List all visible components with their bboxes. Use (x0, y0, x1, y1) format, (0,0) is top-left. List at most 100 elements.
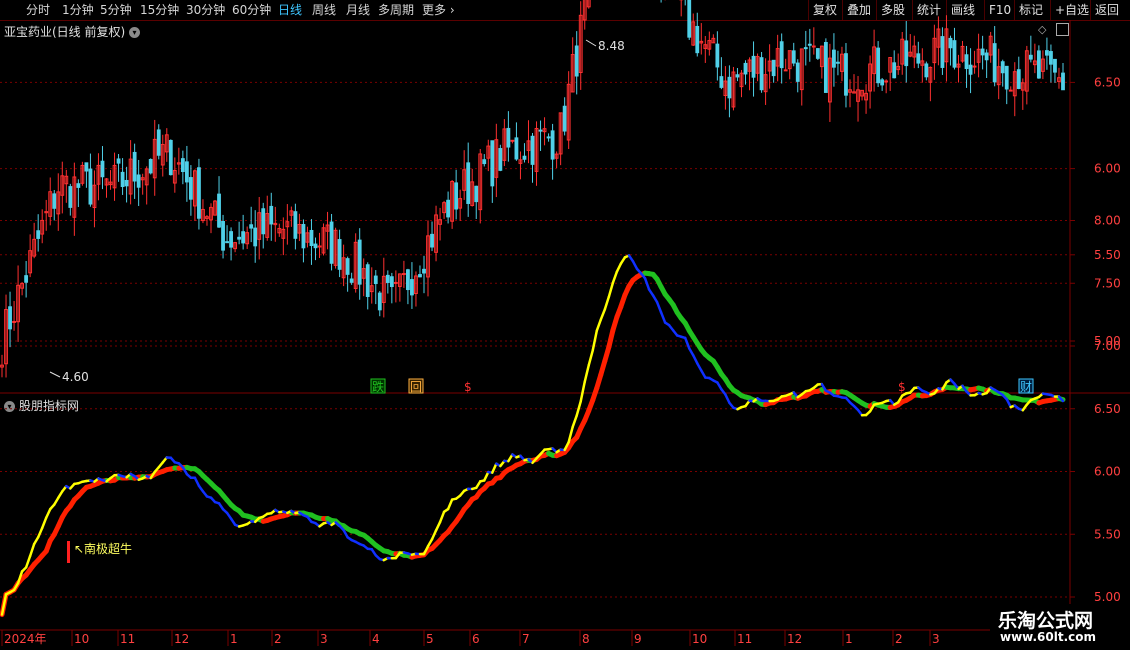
multi-stock-button[interactable]: 多股 (876, 0, 909, 20)
candle-body (747, 59, 752, 72)
slow-ma-segment (634, 272, 644, 280)
candle-body (904, 40, 909, 67)
candle-body (197, 167, 201, 219)
candle-body (305, 232, 310, 243)
candle-body (397, 273, 402, 287)
slow-ma-segment (863, 402, 873, 409)
candle-body (534, 127, 539, 172)
fast-ma-segment (708, 376, 715, 382)
date-label: 8 (582, 632, 590, 646)
candle-body (369, 285, 374, 293)
candle-body (474, 185, 479, 203)
overlay-button[interactable]: 叠加 (842, 0, 875, 20)
slow-ma-segment (513, 461, 523, 468)
fast-ma-segment (185, 472, 193, 479)
fast-ma-segment (836, 395, 844, 399)
mark-button[interactable]: 标记 (1014, 0, 1047, 20)
slow-ma-segment (610, 314, 620, 333)
candle-body (28, 250, 33, 274)
candle-body (20, 283, 25, 289)
slow-ma-segment (308, 512, 318, 520)
dropdown-circle-icon[interactable]: ▾ (129, 27, 141, 38)
candle-body (695, 25, 700, 54)
window-toggle-icon[interactable] (1056, 23, 1069, 36)
slow-ma-segment (763, 400, 773, 408)
slow-ma-segment (658, 284, 668, 297)
fast-ma-segment (748, 399, 755, 403)
tab-daily[interactable]: 日线 (278, 2, 302, 18)
slow-ma-segment (984, 386, 994, 394)
fast-ma-segment (53, 496, 60, 506)
fast-ma-segment (587, 349, 595, 367)
candle-body (273, 222, 278, 226)
tab-multi-period[interactable]: 多周期 (378, 2, 414, 18)
tab-30min[interactable]: 30分钟 (186, 2, 225, 18)
fast-ma-segment (499, 459, 506, 468)
candle-body (84, 162, 89, 172)
tab-more[interactable]: 更多 › (422, 2, 455, 18)
candle-body (92, 184, 97, 209)
slow-ma-segment (55, 514, 65, 529)
slow-ma-segment (300, 510, 310, 517)
candle-body (872, 46, 877, 75)
fast-ma-segment (892, 401, 900, 406)
candle-body (848, 89, 852, 93)
date-label: 10 (692, 632, 707, 646)
add-watchlist-button[interactable]: +自选 (1050, 0, 1093, 20)
tab-fenshi[interactable]: 分时 (26, 2, 50, 18)
statistics-button[interactable]: 统计 (912, 0, 945, 20)
tab-5min[interactable]: 5分钟 (100, 2, 132, 18)
candle-body (992, 43, 997, 83)
candle-body (514, 137, 519, 160)
slow-ma-segment (992, 389, 1002, 396)
low-pointer (49, 371, 61, 378)
slow-ma-segment (357, 531, 367, 538)
fast-ma-segment (16, 570, 24, 585)
tab-15min[interactable]: 15分钟 (140, 2, 179, 18)
candle-body (176, 162, 181, 165)
back-button[interactable]: 返回 (1090, 0, 1123, 20)
fast-ma-segment (117, 473, 124, 478)
fast-ma-segment (820, 382, 828, 392)
dropdown-circle-icon[interactable]: ▾ (4, 401, 15, 412)
fast-ma-segment (965, 390, 972, 397)
fast-ma-segment (109, 473, 116, 480)
stock-title: 亚宝药业(日线 前复权) (4, 25, 126, 39)
fuquan-button[interactable]: 复权 (808, 0, 841, 20)
candle-body (1000, 61, 1005, 74)
fast-ma-segment (740, 404, 747, 409)
diamond-icon[interactable]: ◇ (1038, 23, 1046, 36)
candle-body (928, 66, 933, 83)
f10-button[interactable]: F10 (984, 0, 1015, 20)
fast-ma-segment (245, 520, 253, 526)
slow-ma-segment (453, 513, 463, 525)
kline-chart[interactable]: 8.508.007.507.006.506.005.505.008.007.50… (0, 0, 1130, 650)
fast-ma-segment (728, 401, 735, 410)
tab-60min[interactable]: 60分钟 (232, 2, 271, 18)
slow-ma-segment (240, 512, 250, 519)
fast-ma-segment (274, 508, 281, 514)
candle-body (120, 171, 125, 188)
candle-body (731, 71, 736, 108)
fast-ma-segment (342, 528, 349, 539)
candle-body (108, 181, 113, 186)
slow-ma-segment (361, 532, 371, 541)
candle-body (462, 169, 467, 191)
fast-ma-segment (24, 554, 32, 569)
fast-ma-segment (270, 508, 277, 515)
slow-ma-segment (751, 397, 761, 404)
fast-ma-segment (48, 503, 56, 511)
candle-body (454, 182, 459, 210)
tab-1min[interactable]: 1分钟 (62, 2, 94, 18)
fast-ma-segment (724, 393, 731, 405)
draw-line-button[interactable]: 画线 (946, 0, 979, 20)
low-price-label: 4.60 (62, 370, 89, 384)
candle-body (148, 159, 153, 174)
tab-monthly[interactable]: 月线 (346, 2, 370, 18)
candle-body (968, 64, 973, 75)
tab-weekly[interactable]: 周线 (312, 2, 336, 18)
signal-label: ↖南极超牛 (74, 541, 132, 556)
candle-body (152, 138, 157, 179)
fast-ma-segment (507, 453, 514, 463)
candle-body (1020, 82, 1025, 91)
